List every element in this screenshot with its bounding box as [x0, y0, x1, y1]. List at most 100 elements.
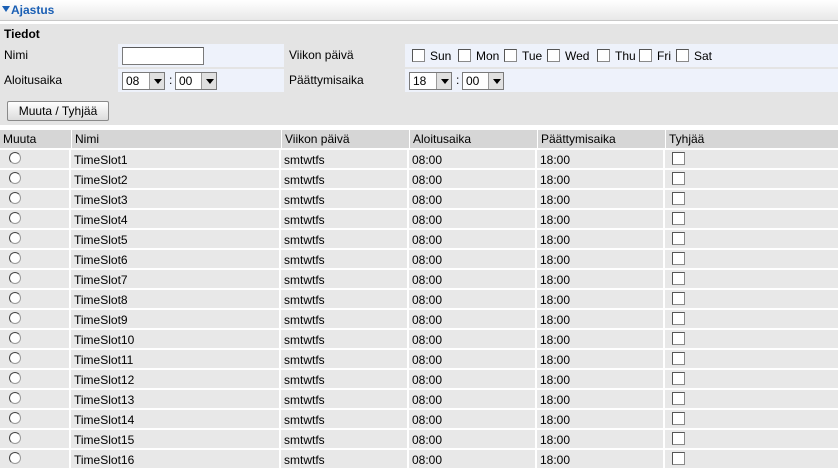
table-row: TimeSlot10 smtwtfs 08:00 18:00	[0, 330, 838, 348]
cell-name: TimeSlot7	[71, 270, 279, 288]
cell-weekday: smtwtfs	[281, 190, 407, 208]
cell-weekday: smtwtfs	[281, 390, 407, 408]
end-minute-select[interactable]: 00	[462, 72, 504, 90]
cell-weekday: smtwtfs	[281, 330, 407, 348]
cell-end: 18:00	[537, 390, 663, 408]
cell-weekday: smtwtfs	[281, 150, 407, 168]
clear-checkbox[interactable]	[672, 352, 685, 365]
clear-checkbox[interactable]	[672, 312, 685, 325]
day-checkbox[interactable]	[458, 49, 471, 62]
day-checkbox[interactable]	[639, 49, 652, 62]
cell-weekday: smtwtfs	[281, 290, 407, 308]
cell-name: TimeSlot1	[71, 150, 279, 168]
col-header-end: Päättymisaika	[537, 130, 663, 148]
cell-weekday: smtwtfs	[281, 310, 407, 328]
start-hour-select[interactable]: 08	[122, 72, 165, 90]
start-minute-select[interactable]: 00	[175, 72, 217, 90]
modify-radio[interactable]	[9, 312, 21, 324]
modify-radio[interactable]	[9, 372, 21, 384]
table-row: TimeSlot2 smtwtfs 08:00 18:00	[0, 170, 838, 188]
cell-name: TimeSlot14	[71, 410, 279, 428]
modify-radio[interactable]	[9, 352, 21, 364]
cell-weekday: smtwtfs	[281, 230, 407, 248]
modify-radio[interactable]	[9, 432, 21, 444]
collapse-triangle-icon[interactable]	[2, 6, 10, 12]
col-header-modify: Muuta	[3, 132, 37, 146]
cell-end: 18:00	[537, 350, 663, 368]
day-checkbox[interactable]	[597, 49, 610, 62]
cell-start: 08:00	[409, 330, 535, 348]
clear-checkbox[interactable]	[672, 292, 685, 305]
cell-name: TimeSlot5	[71, 230, 279, 248]
day-checkbox[interactable]	[547, 49, 560, 62]
modify-radio[interactable]	[9, 152, 21, 164]
cell-start: 08:00	[409, 370, 535, 388]
modify-radio[interactable]	[9, 272, 21, 284]
cell-end: 18:00	[537, 410, 663, 428]
cell-start: 08:00	[409, 230, 535, 248]
cell-end: 18:00	[537, 430, 663, 448]
clear-checkbox[interactable]	[672, 332, 685, 345]
cell-weekday: smtwtfs	[281, 270, 407, 288]
form-row-name: Nimi Viikon päivä Sun Mon Tue Wed Thu Fr…	[0, 44, 838, 67]
chevron-down-icon[interactable]	[201, 73, 216, 89]
cell-start: 08:00	[409, 350, 535, 368]
cell-weekday: smtwtfs	[281, 250, 407, 268]
clear-checkbox[interactable]	[672, 372, 685, 385]
cell-name: TimeSlot11	[71, 350, 279, 368]
modify-radio[interactable]	[9, 452, 21, 464]
schedule-page: Ajastus Tiedot Nimi Viikon päivä Sun Mon	[0, 0, 838, 472]
cell-end: 18:00	[537, 170, 663, 188]
modify-radio[interactable]	[9, 392, 21, 404]
clear-checkbox[interactable]	[672, 432, 685, 445]
cell-weekday: smtwtfs	[281, 170, 407, 188]
clear-checkbox[interactable]	[672, 412, 685, 425]
clear-checkbox[interactable]	[672, 272, 685, 285]
chevron-down-icon[interactable]	[488, 73, 503, 89]
table-row: TimeSlot7 smtwtfs 08:00 18:00	[0, 270, 838, 288]
chevron-down-icon[interactable]	[436, 73, 451, 89]
cell-end: 18:00	[537, 210, 663, 228]
cell-end: 18:00	[537, 290, 663, 308]
chevron-down-icon[interactable]	[149, 73, 164, 89]
table-row: TimeSlot12 smtwtfs 08:00 18:00	[0, 370, 838, 388]
clear-checkbox[interactable]	[672, 212, 685, 225]
day-checkbox[interactable]	[412, 49, 425, 62]
clear-checkbox[interactable]	[672, 252, 685, 265]
col-header-clear: Tyhjää	[665, 130, 838, 148]
cell-name: TimeSlot9	[71, 310, 279, 328]
modify-radio[interactable]	[9, 192, 21, 204]
col-header-name: Nimi	[71, 130, 279, 148]
modify-radio[interactable]	[9, 332, 21, 344]
clear-checkbox[interactable]	[672, 172, 685, 185]
modify-radio[interactable]	[9, 232, 21, 244]
modify-radio[interactable]	[9, 292, 21, 304]
cell-start: 08:00	[409, 450, 535, 468]
cell-end: 18:00	[537, 150, 663, 168]
modify-radio[interactable]	[9, 412, 21, 424]
name-input[interactable]	[122, 47, 204, 65]
clear-checkbox[interactable]	[672, 192, 685, 205]
col-header-start: Aloitusaika	[409, 130, 535, 148]
day-checkbox[interactable]	[676, 49, 689, 62]
cell-start: 08:00	[409, 170, 535, 188]
modify-radio[interactable]	[9, 212, 21, 224]
end-hour-select[interactable]: 18	[409, 72, 452, 90]
modify-clear-button[interactable]: Muuta / Tyhjää	[7, 101, 109, 121]
table-row: TimeSlot1 smtwtfs 08:00 18:00	[0, 150, 838, 168]
cell-end: 18:00	[537, 230, 663, 248]
cell-end: 18:00	[537, 330, 663, 348]
section-header[interactable]: Ajastus	[0, 0, 838, 21]
modify-radio[interactable]	[9, 172, 21, 184]
clear-checkbox[interactable]	[672, 392, 685, 405]
clear-checkbox[interactable]	[672, 452, 685, 465]
cell-name: TimeSlot15	[71, 430, 279, 448]
day-checkbox[interactable]	[504, 49, 517, 62]
start-label: Aloitusaika	[0, 69, 117, 92]
clear-checkbox[interactable]	[672, 152, 685, 165]
clear-checkbox[interactable]	[672, 232, 685, 245]
modify-radio[interactable]	[9, 252, 21, 264]
table-row: TimeSlot6 smtwtfs 08:00 18:00	[0, 250, 838, 268]
cell-weekday: smtwtfs	[281, 370, 407, 388]
cell-weekday: smtwtfs	[281, 430, 407, 448]
